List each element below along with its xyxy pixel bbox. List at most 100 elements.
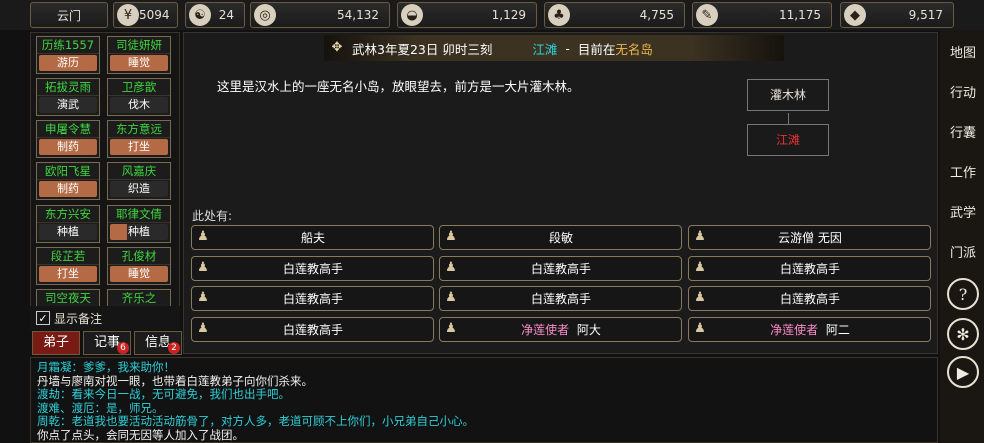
scene-description: 这里是汉水上的一座无名小岛，放眼望去，前方是一大片灌木林。 (217, 79, 580, 94)
person-icon: ♟ (197, 320, 209, 336)
yin-yang-icon: ☯ (189, 4, 211, 26)
disciple-list[interactable]: 历练1557 游历 司徒妍妍 睡觉 拓拔灵雨 演武 卫彦歆 伐木 申屠令慧 制药… (30, 32, 180, 330)
sect-icon[interactable]: 门派 (944, 232, 982, 270)
resource-yinyang[interactable]: ☯ 24 (185, 2, 245, 28)
disciple-name: 历练1557 (37, 37, 99, 54)
disciple-action: 打坐 (39, 266, 97, 282)
npc-button[interactable]: ♟ 白莲教高手 (191, 256, 434, 281)
npc-button[interactable]: ♟ 白莲教高手 (688, 286, 931, 311)
settings-gear-icon[interactable]: ✻ (947, 318, 979, 350)
disciple-action: 打坐 (110, 139, 168, 155)
npc-name: 白莲教高手 (779, 262, 840, 276)
area-name: 江滩 (532, 41, 558, 57)
tab-journal[interactable]: 记事 6 (83, 331, 131, 355)
npc-button[interactable]: ♟ 白莲教高手 (191, 317, 434, 342)
npc-button[interactable]: ♟ 云游僧 无因 (688, 225, 931, 250)
npc-button[interactable]: ♟ 净莲使者 阿大 (439, 317, 682, 342)
disciple-action: 伐木 (110, 97, 168, 113)
action-progress-bar (110, 224, 128, 240)
log-line: 你点了点头，会同无因等人加入了战团。 (37, 427, 244, 442)
person-icon: ♟ (445, 289, 457, 305)
map-node-north[interactable]: 灌木林 (747, 79, 829, 111)
disciple-name: 司空夜天 (37, 290, 99, 307)
npc-name: 白莲教高手 (779, 292, 840, 306)
resource-coins[interactable]: ◎ 54,132 (250, 2, 390, 28)
location-indicator[interactable]: 云门 (30, 2, 108, 28)
person-icon: ♟ (197, 289, 209, 305)
tab-messages[interactable]: 信息 2 (134, 331, 182, 355)
disciple-card[interactable]: 风嘉庆 织造 (107, 162, 171, 200)
npc-name: 云游僧 无因 (778, 231, 842, 245)
disciple-name: 申屠令慧 (37, 121, 99, 138)
log-line: 渡劫：看来今日一战，无可避免，我们也出手吧。 (37, 387, 290, 402)
npc-title: 净莲使者 (770, 323, 819, 337)
map-icon[interactable]: 地图 (944, 32, 982, 70)
disciple-card[interactable]: 历练1557 游历 (36, 36, 100, 74)
person-icon: ♟ (445, 259, 457, 275)
map-node-current: 江滩 (747, 124, 829, 156)
disciple-card[interactable]: 孔俊材 睡觉 (107, 247, 171, 285)
npc-button[interactable]: ♟ 白莲教高手 (439, 256, 682, 281)
action-icon[interactable]: 行动 (944, 72, 982, 110)
npc-title: 净莲使者 (521, 323, 570, 337)
disciple-name: 欧阳飞星 (37, 163, 99, 180)
play-icon[interactable]: ▶ (947, 356, 979, 388)
checkbox-checked-icon[interactable]: ✓ (36, 311, 50, 325)
npc-button[interactable]: ♟ 白莲教高手 (439, 286, 682, 311)
ore-icon: ◆ (844, 4, 866, 26)
resource-yinyang-value: 24 (218, 8, 234, 22)
disciple-card[interactable]: 段芷若 打坐 (36, 247, 100, 285)
person-icon: ♟ (197, 259, 209, 275)
npc-button[interactable]: ♟ 白莲教高手 (191, 286, 434, 311)
message-log[interactable]: 月霜凝：爹爹，我来助你！ 丹墙与廖南对视一眼，也带着白莲教弟子向你们杀来。 渡劫… (30, 357, 938, 443)
header-separator: - (565, 40, 570, 56)
disciple-card[interactable]: 卫彦歆 伐木 (107, 78, 171, 116)
npc-button[interactable]: ♟ 段敏 (439, 225, 682, 250)
resource-food-value: 1,129 (491, 8, 526, 22)
disciple-card[interactable]: 申屠令慧 制药 (36, 120, 100, 158)
game-date: 武林3年夏23日 卯时三刻 (352, 41, 493, 57)
log-line: 周乾：老道我也要活动活动筋骨了，对方人多，老道可顾不上你们，小兄弟自己小心。 (37, 414, 474, 429)
npc-button[interactable]: ♟ 净莲使者 阿二 (688, 317, 931, 342)
tab-disciples[interactable]: 弟子 (32, 331, 80, 355)
resource-coins-value: 54,132 (337, 8, 379, 22)
compass-icon: ✥ (331, 40, 343, 55)
resource-ore[interactable]: ◆ 9,517 (840, 2, 954, 28)
npc-name: 白莲教高手 (530, 262, 591, 276)
resource-wood[interactable]: ✎ 11,175 (692, 2, 832, 28)
npc-button[interactable]: ♟ 船夫 (191, 225, 434, 250)
disciple-name: 卫彦歆 (108, 79, 170, 96)
coin-bag-icon: ¥ (117, 4, 139, 26)
disciple-name: 司徒妍妍 (108, 37, 170, 54)
show-notes-label: 显示备注 (54, 311, 103, 326)
bottom-tabs: 弟子 记事 6 信息 2 (30, 331, 182, 356)
disciple-card[interactable]: 欧阳飞星 制药 (36, 162, 100, 200)
npc-button[interactable]: ♟ 白莲教高手 (688, 256, 931, 281)
disciple-card[interactable]: 耶律文倩 种植 (107, 205, 171, 243)
npc-name: 白莲教高手 (282, 262, 343, 276)
disciple-action: 游历 (39, 55, 97, 71)
disciple-action: 制药 (39, 181, 97, 197)
npc-name: 船夫 (300, 231, 325, 245)
resource-herb[interactable]: ♣ 4,755 (544, 2, 685, 28)
show-notes-toggle[interactable]: ✓ 显示备注 (30, 306, 180, 330)
disciple-action: 种植 (39, 224, 97, 240)
work-icon[interactable]: 工作 (944, 152, 982, 190)
wood-icon: ✎ (696, 4, 718, 26)
resource-wood-value: 11,175 (779, 8, 821, 22)
scene-panel: ✥ 武林3年夏23日 卯时三刻 江滩 - 目前在 无名岛 这里是汉水上的一座无名… (183, 32, 938, 354)
resource-money[interactable]: ¥ 5094 (113, 2, 178, 28)
present-label: 此处有: (192, 209, 233, 223)
bag-icon[interactable]: 行囊 (944, 112, 982, 150)
disciple-card[interactable]: 司徒妍妍 睡觉 (107, 36, 171, 74)
disciple-card[interactable]: 东方兴安 种植 (36, 205, 100, 243)
martial-icon[interactable]: 武学 (944, 192, 982, 230)
npc-name: 白莲教高手 (530, 292, 591, 306)
disciple-card[interactable]: 拓拔灵雨 演武 (36, 78, 100, 116)
disciple-card[interactable]: 东方意远 打坐 (107, 120, 171, 158)
help-icon[interactable]: ? (947, 278, 979, 310)
disciple-action: 演武 (39, 97, 97, 113)
resource-food[interactable]: ◒ 1,129 (397, 2, 537, 28)
log-line: 丹墙与廖南对视一眼，也带着白莲教弟子向你们杀来。 (37, 373, 313, 388)
disciple-action: 种植 (110, 224, 168, 240)
